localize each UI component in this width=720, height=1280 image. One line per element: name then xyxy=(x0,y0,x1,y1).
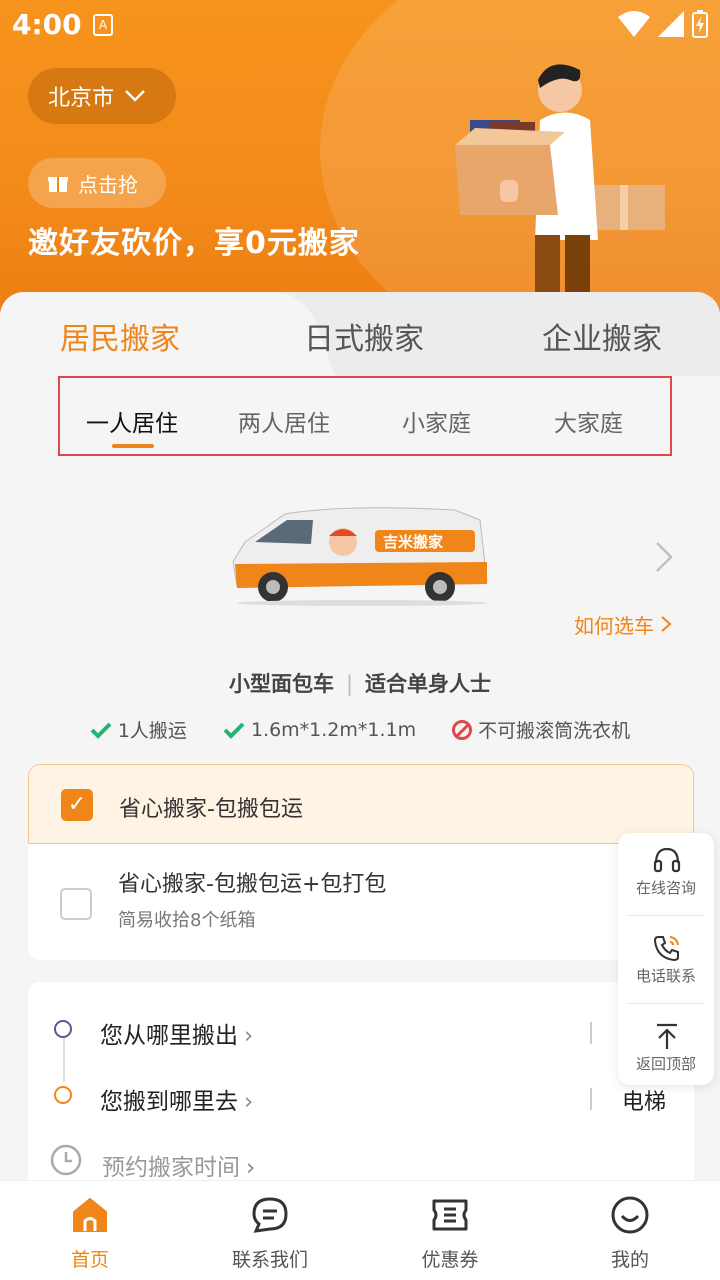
smiley-icon xyxy=(611,1196,649,1234)
signal-icon xyxy=(658,11,684,37)
title-separator: | xyxy=(345,672,354,696)
nav-profile[interactable]: 我的 xyxy=(570,1195,690,1272)
van-type: 小型面包车 xyxy=(228,672,334,696)
back-to-top-button[interactable]: 返回顶部 xyxy=(618,1009,714,1093)
subtab-large-family[interactable]: 大家庭 xyxy=(554,404,623,438)
nav-contact[interactable]: 联系我们 xyxy=(210,1195,330,1272)
status-icons xyxy=(618,10,708,38)
service-options: ✓ 省心搬家-包搬包运 省心搬家-包搬包运+包打包 简易收拾8个纸箱 xyxy=(28,764,694,960)
grab-button[interactable]: 点击抢 xyxy=(28,158,166,208)
chevron-right-icon xyxy=(656,542,673,572)
service-label: 省心搬家-包搬包运 xyxy=(119,797,303,822)
tab-bar: 居民搬家 日式搬家 企业搬家 xyxy=(0,292,720,376)
nav-label: 首页 xyxy=(70,1249,109,1271)
floating-side-panel: 在线咨询 电话联系 返回顶部 xyxy=(618,833,714,1085)
main-card: 居民搬家 日式搬家 企业搬家 一人居住 两人居住 小家庭 大家庭 吉米搬家 如何… xyxy=(0,292,720,1192)
van-title: 小型面包车 | 适合单身人士 xyxy=(0,668,720,698)
prohibited-icon xyxy=(452,719,473,740)
side-label: 电话联系 xyxy=(635,967,696,985)
feature-item: 1人搬运 xyxy=(90,716,187,743)
online-consult-button[interactable]: 在线咨询 xyxy=(618,833,714,917)
status-time: 4:00 xyxy=(12,8,82,41)
chevron-right-icon: › xyxy=(244,1023,254,1049)
checkbox-unchecked[interactable] xyxy=(60,888,92,920)
destination-address-field[interactable]: 您搬到哪里去 › xyxy=(100,1082,253,1116)
tab-enterprise[interactable]: 企业搬家 xyxy=(542,314,662,358)
mover-illustration xyxy=(455,64,665,300)
origin-address-field[interactable]: 您从哪里搬出 › xyxy=(100,1016,253,1050)
side-label: 在线咨询 xyxy=(635,879,696,897)
feature-label: 不可搬滚筒洗衣机 xyxy=(478,720,631,742)
notification-icon: A xyxy=(93,14,113,36)
check-icon xyxy=(223,722,245,739)
destination-placeholder: 您搬到哪里去 xyxy=(100,1089,238,1115)
nav-label: 优惠券 xyxy=(421,1249,479,1271)
subtab-indicator xyxy=(112,444,154,448)
wifi-icon xyxy=(618,11,650,37)
subtab-small-family[interactable]: 小家庭 xyxy=(402,404,471,438)
hero-banner[interactable]: 4:00 A 北京市 点击抢 邀好友砍价，享0元搬家 xyxy=(0,0,720,330)
grab-label: 点击抢 xyxy=(78,172,138,197)
van-image: 吉米搬家 xyxy=(232,507,488,606)
checkbox-checked[interactable]: ✓ xyxy=(61,789,93,821)
route-line xyxy=(63,1038,65,1082)
tab-residential[interactable]: 居民搬家 xyxy=(60,314,180,358)
move-time-placeholder: 预约搬家时间 xyxy=(102,1155,240,1181)
status-bar: 4:00 A xyxy=(0,0,720,52)
headset-icon xyxy=(653,847,681,873)
subtab-two-person[interactable]: 两人居住 xyxy=(238,404,330,438)
feature-label: 1人搬运 xyxy=(117,720,187,742)
address-card: 您从哪里搬出› 电梯 您搬到哪里去› 电梯 预约搬家时间› xyxy=(28,982,694,1192)
service-label: 省心搬家-包搬包运+包打包 xyxy=(118,872,387,897)
nav-label: 联系我们 xyxy=(231,1249,308,1271)
van-suitability: 适合单身人士 xyxy=(365,672,492,696)
arrow-up-icon xyxy=(657,1023,677,1049)
service-option-basic[interactable]: ✓ 省心搬家-包搬包运 xyxy=(28,764,694,844)
city-label: 北京市 xyxy=(48,86,115,111)
van-features: 1人搬运 1.6m*1.2m*1.1m 不可搬滚筒洗衣机 xyxy=(0,716,720,743)
move-time-field[interactable]: 预约搬家时间 › xyxy=(102,1148,255,1182)
promo-title: 邀好友砍价，享0元搬家 xyxy=(28,226,360,261)
home-icon xyxy=(73,1198,107,1232)
chevron-right-icon: › xyxy=(244,1089,254,1115)
gift-icon xyxy=(48,177,68,192)
origin-dot xyxy=(54,1020,72,1038)
chevron-down-icon xyxy=(125,90,145,102)
nav-home[interactable]: 首页 xyxy=(30,1195,150,1272)
destination-dot xyxy=(54,1086,72,1104)
chevron-right-icon xyxy=(661,616,672,632)
origin-placeholder: 您从哪里搬出 xyxy=(100,1023,238,1049)
van-brand-text: 吉米搬家 xyxy=(383,533,443,551)
side-label: 返回顶部 xyxy=(635,1055,696,1073)
clock-icon xyxy=(50,1144,82,1176)
chevron-right-icon: › xyxy=(246,1155,256,1181)
divider xyxy=(590,1022,592,1044)
how-choose-link[interactable]: 如何选车 xyxy=(574,610,672,639)
feature-label: 1.6m*1.2m*1.1m xyxy=(250,718,417,741)
divider xyxy=(628,915,704,916)
van-next-button[interactable] xyxy=(654,540,674,583)
feature-item: 1.6m*1.2m*1.1m xyxy=(223,716,416,743)
check-icon xyxy=(90,722,112,739)
phone-icon xyxy=(653,936,679,962)
household-subtabs: 一人居住 两人居住 小家庭 大家庭 xyxy=(58,376,672,456)
chat-icon xyxy=(252,1197,288,1233)
tab-japanese[interactable]: 日式搬家 xyxy=(304,314,424,358)
divider xyxy=(628,1003,704,1004)
bottom-nav: 首页 联系我们 优惠券 我的 xyxy=(0,1180,720,1280)
phone-contact-button[interactable]: 电话联系 xyxy=(618,921,714,1005)
divider xyxy=(590,1088,592,1110)
nav-label: 我的 xyxy=(610,1249,649,1271)
city-selector[interactable]: 北京市 xyxy=(28,68,176,124)
feature-item: 不可搬滚筒洗衣机 xyxy=(452,716,630,743)
battery-icon xyxy=(692,10,708,38)
service-sublabel: 简易收拾8个纸箱 xyxy=(118,910,256,931)
how-choose-label: 如何选车 xyxy=(574,614,654,638)
coupon-icon xyxy=(432,1199,468,1231)
subtab-one-person[interactable]: 一人居住 xyxy=(86,404,178,438)
nav-coupons[interactable]: 优惠券 xyxy=(390,1195,510,1272)
